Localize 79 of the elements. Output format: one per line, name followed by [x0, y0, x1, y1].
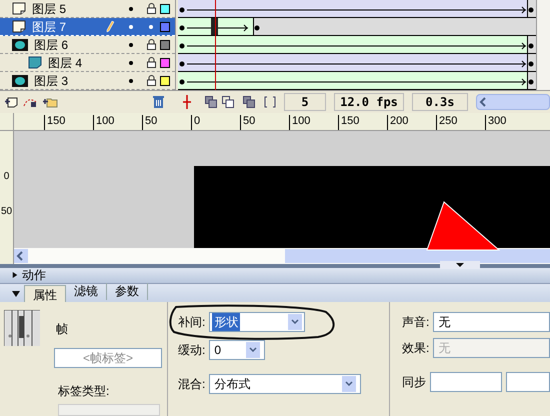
insert-folder-icon[interactable]: [42, 96, 58, 108]
ruler-label: 150: [44, 114, 93, 130]
ruler-label: 50: [240, 114, 289, 130]
frame-label-field[interactable]: <帧标签>: [54, 348, 162, 368]
edit-multiple-frames-icon[interactable]: [243, 96, 255, 108]
frame-thumbnail-icon: [4, 310, 40, 346]
lock-icon[interactable]: [146, 57, 156, 68]
stage-scrollbar[interactable]: [14, 248, 550, 264]
layer-row[interactable]: 图层 5: [0, 0, 175, 18]
ruler-label: 50: [142, 114, 191, 130]
effect-label: 效果:: [402, 340, 430, 357]
insert-layer-icon[interactable]: [4, 96, 18, 108]
sound-dropdown[interactable]: 无: [433, 312, 550, 332]
mask-layer-icon: [12, 38, 28, 50]
outline-color-swatch[interactable]: [160, 22, 170, 32]
ruler-label: 200: [387, 114, 436, 130]
ruler-label: 50: [0, 206, 12, 217]
outline-color-swatch[interactable]: [160, 4, 170, 14]
trash-icon[interactable]: [153, 95, 164, 108]
lock-icon[interactable]: [146, 3, 156, 14]
layer-name: 图层 5: [32, 0, 66, 18]
ruler-label: 250: [436, 114, 485, 130]
layer-row[interactable]: 图层 6: [0, 36, 175, 54]
onion-outline-icon[interactable]: [222, 96, 234, 108]
sound-label: 声音:: [402, 314, 430, 331]
ease-field[interactable]: 0: [209, 340, 266, 360]
outline-color-swatch[interactable]: [160, 40, 170, 50]
ruler-label: 0: [191, 114, 240, 130]
layer-row[interactable]: 图层 4: [0, 54, 175, 72]
panel-header[interactable]: 动作: [0, 268, 550, 284]
expand-arrow-icon[interactable]: [12, 271, 18, 280]
outline-color-swatch[interactable]: [160, 76, 170, 86]
sync-dropdown[interactable]: [430, 372, 502, 392]
center-frame-icon[interactable]: [182, 94, 192, 109]
lock-icon[interactable]: [146, 39, 156, 50]
onion-skin-icon[interactable]: [205, 96, 217, 108]
layer-row[interactable]: 图层 7: [0, 18, 175, 36]
dropdown-caret-icon[interactable]: [342, 376, 356, 392]
panel-title: 动作: [22, 267, 46, 284]
onion-markers-icon[interactable]: [264, 96, 276, 108]
ruler-label: 300: [485, 114, 534, 130]
blend-dropdown[interactable]: 分布式: [209, 374, 362, 394]
layer-name: 图层 7: [32, 18, 66, 36]
elapsed-time-readout: 0.3s: [412, 92, 468, 111]
panel-tab[interactable]: 属性: [24, 284, 66, 302]
scroll-left-icon[interactable]: [14, 249, 28, 264]
sync-label: 同步: [402, 374, 426, 391]
ruler-label: 100: [93, 114, 142, 130]
ease-label: 缓动:: [178, 342, 206, 359]
ruler-label: 150: [338, 114, 387, 130]
dropdown-caret-icon[interactable]: [288, 314, 302, 330]
panel-tab[interactable]: 参数: [107, 282, 148, 300]
outline-color-swatch[interactable]: [160, 58, 170, 68]
panel-tab[interactable]: 滤镜: [66, 282, 107, 300]
tween-dropdown[interactable]: 形状: [209, 312, 306, 332]
blend-label: 混合:: [178, 376, 206, 393]
vertical-scrollbar[interactable]: [536, 0, 550, 90]
layer-name: 图层 3: [34, 72, 68, 90]
ruler-label: 0: [2, 170, 10, 182]
mask-layer-icon: [12, 74, 28, 86]
ruler-label: 100: [289, 114, 338, 130]
lock-icon[interactable]: [146, 75, 156, 86]
layer-page-icon: [12, 2, 26, 15]
repeat-dropdown[interactable]: [506, 372, 550, 392]
collapse-arrow-icon[interactable]: [12, 290, 20, 297]
masked-layer-icon: [28, 56, 42, 69]
layer-page-icon: [12, 20, 26, 33]
horizontal-scrollbar[interactable]: [476, 94, 550, 110]
scrollbar-thumb[interactable]: [285, 249, 550, 264]
tween-label: 补间:: [178, 314, 206, 331]
layer-name: 图层 4: [48, 54, 82, 72]
frame-track[interactable]: [178, 18, 536, 36]
current-frame-readout: 5: [284, 92, 326, 111]
dropdown-caret-icon[interactable]: [246, 342, 260, 358]
layer-row[interactable]: 图层 3: [0, 72, 175, 90]
label-type-label: 标签类型:: [58, 384, 110, 398]
layer-name: 图层 6: [34, 36, 68, 54]
frame-rate-readout[interactable]: 12.0 fps: [334, 92, 404, 111]
frame-heading: 帧: [56, 320, 68, 338]
